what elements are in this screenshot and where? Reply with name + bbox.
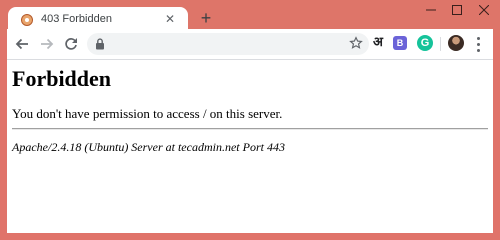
minimize-icon: [426, 9, 436, 11]
profile-avatar[interactable]: [448, 35, 464, 51]
tab-title: 403 Forbidden: [41, 13, 112, 25]
hindi-extension-icon[interactable]: अ: [370, 34, 386, 52]
b-extension-icon[interactable]: B: [393, 36, 407, 50]
menu-dot: [477, 49, 480, 52]
tab-close-icon[interactable]: ✕: [162, 11, 178, 27]
menu-dot: [477, 37, 480, 40]
maximize-icon: [452, 5, 462, 15]
new-tab-button[interactable]: +: [196, 8, 216, 28]
favicon-icon: [21, 14, 33, 26]
lock-icon: [96, 38, 104, 50]
arrow-left-icon: [15, 38, 28, 50]
menu-dot: [477, 43, 480, 46]
close-icon: [478, 4, 490, 16]
page-content: Forbidden You don't have permission to a…: [7, 59, 493, 233]
bookmark-star-icon[interactable]: [349, 36, 363, 50]
arrow-right-icon: [41, 38, 54, 50]
toolbar-divider: [440, 37, 441, 51]
grammarly-extension-icon[interactable]: G: [417, 35, 433, 51]
reload-button[interactable]: [63, 36, 79, 52]
address-bar[interactable]: [87, 33, 369, 55]
reload-icon: [65, 38, 77, 50]
back-button[interactable]: [14, 36, 30, 52]
minimize-button[interactable]: [421, 0, 441, 20]
menu-dots-icon[interactable]: [472, 35, 484, 53]
divider: [12, 128, 488, 130]
browser-window: 403 Forbidden ✕ + अ B G Forbidden You do…: [0, 0, 500, 240]
page-heading: Forbidden: [12, 66, 112, 91]
error-message: You don't have permission to access / on…: [12, 106, 283, 121]
forward-button[interactable]: [39, 36, 55, 52]
browser-toolbar: अ B G: [7, 29, 493, 59]
server-signature: Apache/2.4.18 (Ubuntu) Server at tecadmi…: [12, 140, 285, 154]
maximize-button[interactable]: [447, 0, 467, 20]
close-window-button[interactable]: [474, 0, 494, 20]
